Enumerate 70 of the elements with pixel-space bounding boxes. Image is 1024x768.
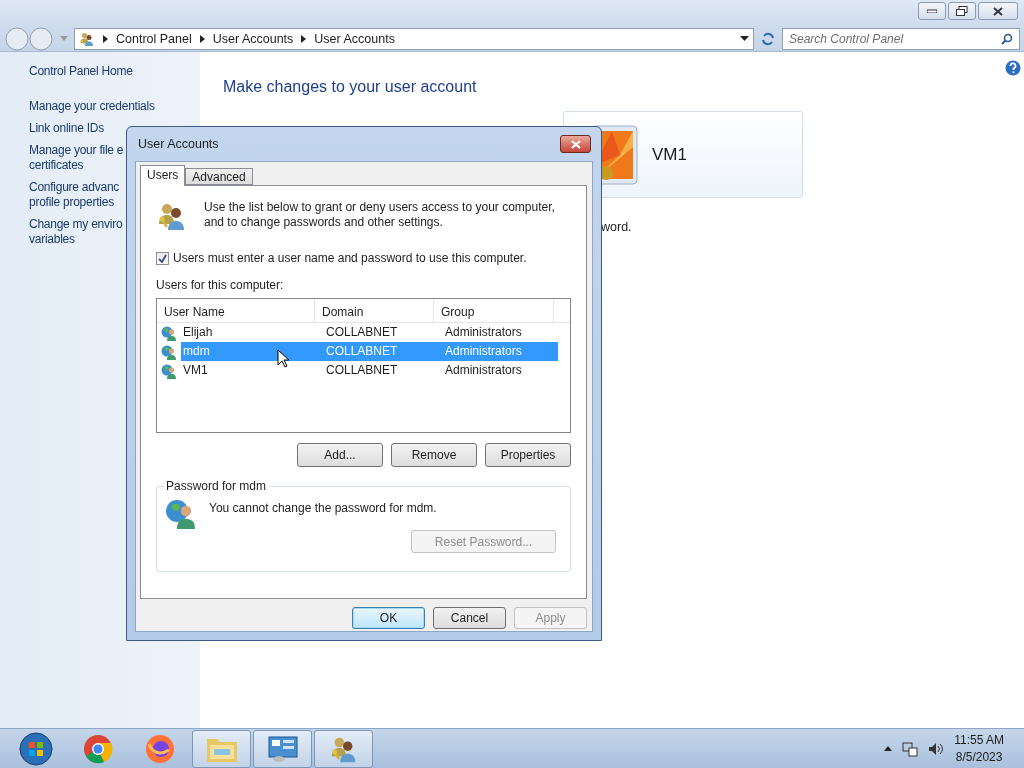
tab[interactable]: Users bbox=[140, 165, 186, 186]
table-cell-text: VM1 bbox=[182, 362, 209, 379]
user-row[interactable]: Elijah COLLABNET Administrators bbox=[157, 323, 570, 342]
column-header[interactable]: Domain bbox=[315, 299, 434, 322]
table-cell: mdm bbox=[181, 342, 319, 361]
sidebar-link[interactable]: Manage your credentials bbox=[29, 99, 200, 114]
list-label: Users for this computer: bbox=[156, 278, 285, 292]
taskbar-app[interactable] bbox=[314, 729, 373, 768]
fox-browser-icon bbox=[145, 733, 175, 764]
dialog-button[interactable]: OK bbox=[352, 607, 425, 629]
search-field[interactable]: Search Control Panel bbox=[782, 27, 1020, 50]
login-checkbox[interactable]: Users must enter a user name and password to use this computer. bbox=[156, 251, 571, 265]
column-header[interactable]: Group bbox=[434, 299, 554, 322]
action-button[interactable]: Remove bbox=[391, 443, 477, 467]
table-cell-text: Administrators bbox=[444, 362, 523, 379]
start-orb-icon bbox=[19, 731, 53, 766]
user-row[interactable]: VM1 COLLABNET Administrators bbox=[157, 361, 570, 380]
clock[interactable]: 11:55 AM 8/5/2023 bbox=[954, 733, 1004, 764]
table-cell-text: COLLABNET bbox=[325, 362, 399, 379]
action-button[interactable]: Add... bbox=[297, 443, 383, 467]
table-cell-text: Administrators bbox=[444, 324, 523, 341]
user-icon bbox=[161, 343, 177, 360]
caret-up-icon bbox=[884, 746, 893, 751]
account-name: VM1 bbox=[652, 144, 687, 165]
chevron-icon bbox=[301, 34, 307, 43]
cursor-icon bbox=[277, 349, 289, 368]
close-icon bbox=[993, 6, 1003, 16]
browser-icon bbox=[83, 733, 113, 764]
address-bar[interactable]: Control Panel User Accounts User Accounts bbox=[74, 27, 754, 50]
dropdown-icon bbox=[60, 36, 68, 41]
tab[interactable]: Advanced bbox=[185, 168, 253, 185]
minimize-icon bbox=[927, 9, 937, 13]
close-button[interactable] bbox=[978, 2, 1018, 20]
intro-text: Use the list below to grant or deny users access to your computer, and to change passwords and other settings. bbox=[204, 200, 556, 230]
action-button[interactable]: Properties bbox=[485, 443, 571, 467]
close-button[interactable] bbox=[560, 135, 591, 153]
user-icon bbox=[161, 324, 177, 341]
breadcrumb[interactable]: Control Panel bbox=[116, 31, 192, 46]
search-icon bbox=[1001, 32, 1013, 45]
group-title: Password for mdm bbox=[165, 479, 268, 493]
chevron-icon bbox=[199, 34, 205, 43]
back-button-icon bbox=[4, 26, 30, 51]
table-cell: Administrators bbox=[438, 342, 558, 361]
table-cell: COLLABNET bbox=[319, 342, 438, 361]
table-cell-text: COLLABNET bbox=[325, 324, 399, 341]
refresh-icon bbox=[760, 30, 776, 47]
password-message: You cannot change the password for mdm. bbox=[209, 501, 438, 516]
close-icon bbox=[570, 139, 581, 149]
breadcrumb[interactable]: User Accounts bbox=[212, 31, 294, 46]
monitor-icon bbox=[266, 734, 299, 763]
restore-icon bbox=[956, 6, 968, 16]
forward-button-icon bbox=[28, 26, 54, 51]
control-panel-icon bbox=[79, 30, 95, 47]
description-text: word. bbox=[601, 220, 633, 234]
table-cell-text: Elijah bbox=[182, 324, 214, 341]
dialog-button[interactable]: Cancel bbox=[433, 607, 506, 629]
dialog-title: User Accounts bbox=[138, 137, 219, 151]
sidebar-link[interactable]: Control Panel Home bbox=[29, 64, 200, 79]
chevron-icon bbox=[103, 34, 108, 43]
taskbar-app[interactable] bbox=[253, 729, 312, 768]
breadcrumb[interactable]: User Accounts bbox=[314, 31, 395, 46]
dropdown-icon bbox=[740, 36, 749, 41]
help-icon[interactable] bbox=[1005, 60, 1021, 76]
page-heading: Make changes to your user account bbox=[223, 78, 478, 96]
check-icon bbox=[158, 253, 167, 263]
user-icon bbox=[161, 362, 177, 379]
column-header[interactable]: User Name bbox=[157, 299, 315, 322]
network-icon bbox=[902, 740, 919, 757]
user-icon bbox=[165, 497, 197, 529]
restore-button[interactable] bbox=[948, 2, 976, 20]
